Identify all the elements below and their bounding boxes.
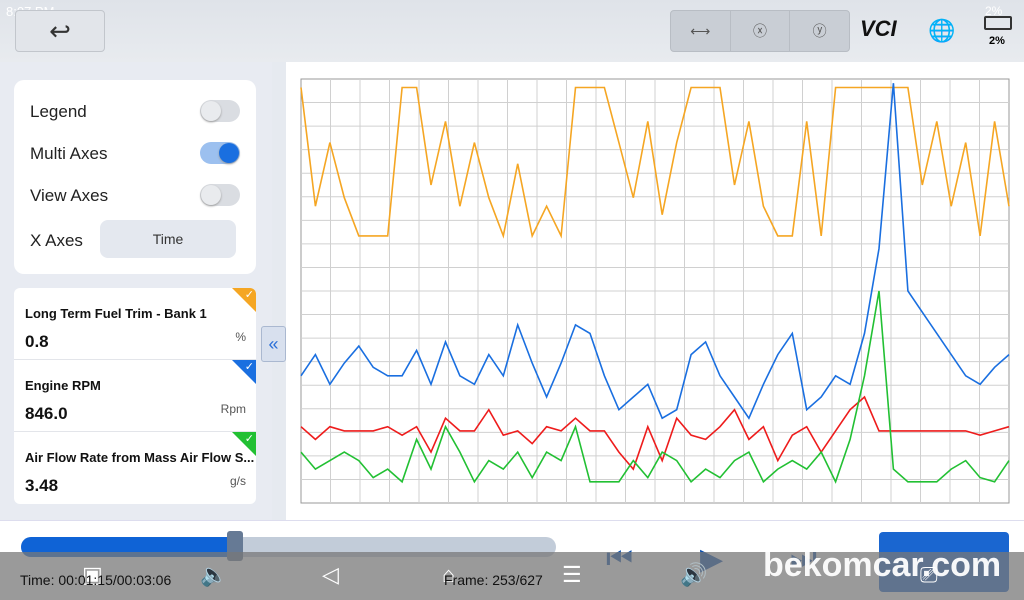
- time-readout: Time: 00:01:15/00:03:06: [20, 572, 172, 588]
- pid-name: Long Term Fuel Trim - Bank 1: [25, 306, 207, 321]
- frame-readout: Frame: 253/627: [444, 572, 543, 588]
- side-panel: Legend Multi Axes View Axes X Axes Time …: [0, 62, 272, 520]
- back-arrow-icon: ↩: [49, 15, 71, 46]
- graph-area: [286, 62, 1024, 520]
- x-axes-select[interactable]: Time: [100, 220, 236, 258]
- view-axes-label: View Axes: [30, 186, 109, 205]
- chart-tools: ⟷ ⓧ ⓨ: [670, 10, 850, 52]
- line-chart[interactable]: [286, 62, 1024, 520]
- volume-down-icon[interactable]: 🔈: [200, 562, 227, 588]
- pid-value: 0.8: [25, 332, 49, 351]
- pid-item[interactable]: ✓ Long Term Fuel Trim - Bank 1 0.8 %: [14, 288, 256, 360]
- legend-toggle[interactable]: [200, 100, 240, 122]
- battery-icon: [984, 16, 1012, 30]
- multi-axes-toggle[interactable]: [200, 142, 240, 164]
- x-axes-label: X Axes: [30, 231, 83, 250]
- collapse-panel-button[interactable]: «: [261, 326, 286, 362]
- settings-card: Legend Multi Axes View Axes X Axes Time: [14, 80, 256, 274]
- nav-back-icon[interactable]: ◁: [322, 562, 339, 588]
- zoom-y-icon[interactable]: ⓨ: [790, 11, 849, 51]
- globe-icon[interactable]: 🌐: [928, 18, 955, 44]
- zoom-x-icon[interactable]: ⓧ: [731, 11, 791, 51]
- view-axes-toggle[interactable]: [200, 184, 240, 206]
- pid-unit: Rpm: [220, 402, 246, 416]
- top-bar: 8:07 PM 2% ↩ ⟷ ⓧ ⓨ VCI 🌐 2%: [0, 0, 1024, 62]
- multi-axes-label: Multi Axes: [30, 144, 108, 163]
- watermark: bekomcar.com: [763, 546, 1002, 584]
- fit-icon[interactable]: ⟷: [671, 11, 731, 51]
- pid-item[interactable]: ✓ Air Flow Rate from Mass Air Flow S... …: [14, 432, 256, 504]
- nav-menu-icon[interactable]: ☰: [562, 562, 582, 588]
- vci-icon[interactable]: VCI: [860, 16, 897, 42]
- volume-up-icon[interactable]: 🔊: [680, 562, 707, 588]
- pid-unit: %: [235, 330, 246, 344]
- back-button[interactable]: ↩: [15, 10, 105, 52]
- double-chevron-left-icon: «: [268, 333, 279, 354]
- pid-unit: g/s: [229, 474, 246, 488]
- battery-label: 2%: [989, 35, 1005, 47]
- pid-name: Engine RPM: [25, 378, 101, 393]
- legend-label: Legend: [30, 102, 87, 121]
- pid-item[interactable]: ✓ Engine RPM 846.0 Rpm: [14, 360, 256, 432]
- pid-value: 846.0: [25, 404, 68, 423]
- pid-name: Air Flow Rate from Mass Air Flow S...: [25, 450, 255, 465]
- pid-list: ✓ Long Term Fuel Trim - Bank 1 0.8 % ✓ E…: [14, 288, 256, 504]
- pid-value: 3.48: [25, 476, 59, 495]
